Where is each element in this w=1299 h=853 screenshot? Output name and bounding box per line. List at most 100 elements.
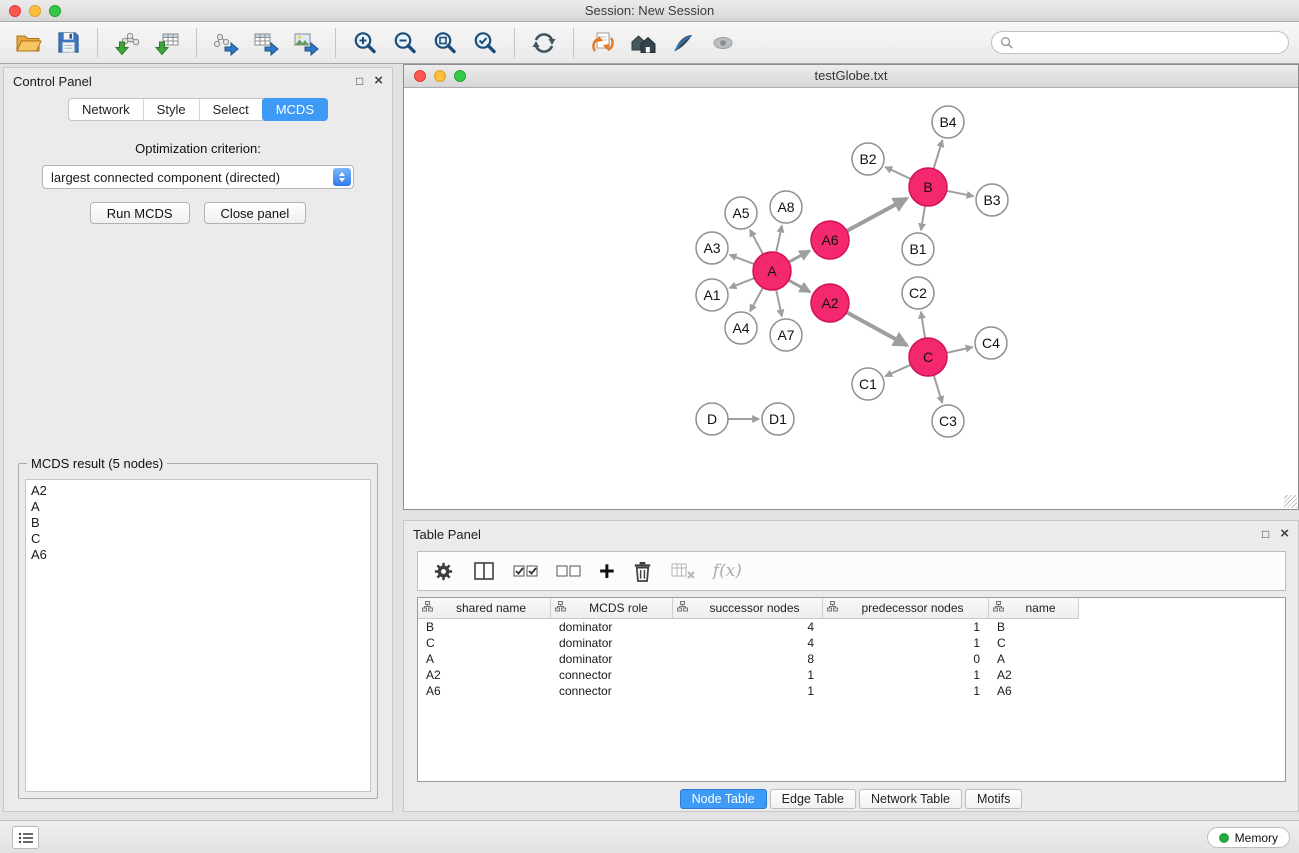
close-table-panel-icon[interactable]: × <box>1280 527 1289 541</box>
node-C1[interactable]: C1 <box>852 368 884 400</box>
network-window-titlebar[interactable]: testGlobe.txt <box>404 65 1298 88</box>
node-D1[interactable]: D1 <box>762 403 794 435</box>
edge-A-A7[interactable] <box>776 290 782 317</box>
edge-B-B1[interactable] <box>921 206 925 230</box>
zoom-out-button[interactable] <box>387 25 423 61</box>
edge-C-C3[interactable] <box>934 375 943 403</box>
save-session-button[interactable] <box>50 25 86 61</box>
close-window-button[interactable] <box>9 5 21 17</box>
node-B1[interactable]: B1 <box>902 233 934 265</box>
node-A3[interactable]: A3 <box>696 232 728 264</box>
column-header-mcds-role[interactable]: MCDS role <box>551 598 673 619</box>
node-D[interactable]: D <box>696 403 728 435</box>
edge-A-A2[interactable] <box>789 280 810 292</box>
export-table-button[interactable] <box>248 25 284 61</box>
birds-eye-button[interactable] <box>705 25 741 61</box>
tab-select[interactable]: Select <box>200 99 263 120</box>
edge-C-C1[interactable] <box>885 365 910 376</box>
node-C3[interactable]: C3 <box>932 405 964 437</box>
tab-edge-table[interactable]: Edge Table <box>770 789 856 809</box>
preferred-layout-button[interactable] <box>585 25 621 61</box>
node-A5[interactable]: A5 <box>725 197 757 229</box>
node-A4[interactable]: A4 <box>725 312 757 344</box>
edge-C-C4[interactable] <box>947 347 973 353</box>
node-C[interactable]: C <box>909 338 947 376</box>
table-row[interactable]: Adominator80A <box>418 651 1285 667</box>
table-row[interactable]: A6connector11A6 <box>418 683 1285 699</box>
node-A6[interactable]: A6 <box>811 221 849 259</box>
edge-A-A8[interactable] <box>776 226 782 253</box>
refresh-layout-button[interactable] <box>526 25 562 61</box>
select-all-button[interactable] <box>513 562 539 580</box>
float-panel-icon[interactable]: □ <box>356 75 363 87</box>
edge-A6-B[interactable] <box>847 198 907 231</box>
column-header-shared-name[interactable]: shared name <box>418 598 551 619</box>
edge-A-A1[interactable] <box>730 278 755 288</box>
node-B4[interactable]: B4 <box>932 106 964 138</box>
zoom-window-button[interactable] <box>49 5 61 17</box>
node-B3[interactable]: B3 <box>976 184 1008 216</box>
column-header-predecessor-nodes[interactable]: predecessor nodes <box>823 598 989 619</box>
node-A8[interactable]: A8 <box>770 191 802 223</box>
annotations-button[interactable] <box>665 25 701 61</box>
edge-A-A5[interactable] <box>750 230 763 254</box>
run-mcds-button[interactable]: Run MCDS <box>90 202 190 224</box>
zoom-selected-button[interactable] <box>467 25 503 61</box>
network-canvas[interactable]: B4 B2 B B3 A5 A8 A6 A3 B1 A C2 A1 A2 A4 A7 C4 C C1 D D1 C3 <box>404 88 1298 509</box>
node-B[interactable]: B <box>909 168 947 206</box>
deselect-all-button[interactable] <box>556 562 582 580</box>
close-panel-icon[interactable]: × <box>374 74 383 88</box>
tab-motifs[interactable]: Motifs <box>965 789 1022 809</box>
close-panel-button[interactable]: Close panel <box>204 202 307 224</box>
table-settings-button[interactable] <box>432 560 455 583</box>
edge-A-A4[interactable] <box>750 288 763 312</box>
import-table-button[interactable] <box>149 25 185 61</box>
node-A2[interactable]: A2 <box>811 284 849 322</box>
minimize-window-button[interactable] <box>29 5 41 17</box>
node-C4[interactable]: C4 <box>975 327 1007 359</box>
table-row[interactable]: A2connector11A2 <box>418 667 1285 683</box>
delete-column-button[interactable] <box>632 560 653 583</box>
mcds-result-item[interactable]: A6 <box>31 547 365 563</box>
edge-B-B3[interactable] <box>947 191 974 196</box>
float-table-panel-icon[interactable]: □ <box>1262 528 1269 540</box>
zoom-in-button[interactable] <box>347 25 383 61</box>
node-A[interactable]: A <box>753 252 791 290</box>
show-columns-button[interactable] <box>472 560 496 582</box>
zoom-network-button[interactable] <box>454 70 466 82</box>
mcds-result-item[interactable]: B <box>31 515 365 531</box>
home-button[interactable] <box>625 25 661 61</box>
node-A7[interactable]: A7 <box>770 319 802 351</box>
memory-button[interactable]: Memory <box>1207 827 1290 848</box>
edge-B-B4[interactable] <box>934 140 943 169</box>
add-column-button[interactable]: + <box>599 560 615 582</box>
node-A1[interactable]: A1 <box>696 279 728 311</box>
tab-mcds[interactable]: MCDS <box>262 98 328 121</box>
function-builder-button[interactable]: f(x) <box>713 561 742 581</box>
table-row[interactable]: Bdominator41B <box>418 619 1285 635</box>
delete-table-button[interactable] <box>670 560 696 582</box>
import-network-button[interactable] <box>109 25 145 61</box>
export-image-button[interactable] <box>288 25 324 61</box>
edge-B-B2[interactable] <box>885 167 911 179</box>
edge-A-A3[interactable] <box>730 255 755 264</box>
tab-network[interactable]: Network <box>69 99 144 120</box>
resize-grip[interactable] <box>1284 495 1297 508</box>
mcds-result-item[interactable]: A2 <box>31 483 365 499</box>
tab-network-table[interactable]: Network Table <box>859 789 962 809</box>
edge-A2-C[interactable] <box>847 312 907 345</box>
mcds-result-item[interactable]: A <box>31 499 365 515</box>
tab-node-table[interactable]: Node Table <box>680 789 767 809</box>
column-header-successor-nodes[interactable]: successor nodes <box>673 598 823 619</box>
edge-A-A6[interactable] <box>789 251 810 262</box>
edge-C-C2[interactable] <box>921 312 925 338</box>
table-row[interactable]: Cdominator41C <box>418 635 1285 651</box>
node-B2[interactable]: B2 <box>852 143 884 175</box>
export-network-button[interactable] <box>208 25 244 61</box>
task-history-button[interactable] <box>12 826 39 849</box>
tab-style[interactable]: Style <box>144 99 200 120</box>
open-session-button[interactable] <box>10 25 46 61</box>
mcds-result-list[interactable]: A2ABCA6 <box>25 479 371 792</box>
node-C2[interactable]: C2 <box>902 277 934 309</box>
minimize-network-button[interactable] <box>434 70 446 82</box>
